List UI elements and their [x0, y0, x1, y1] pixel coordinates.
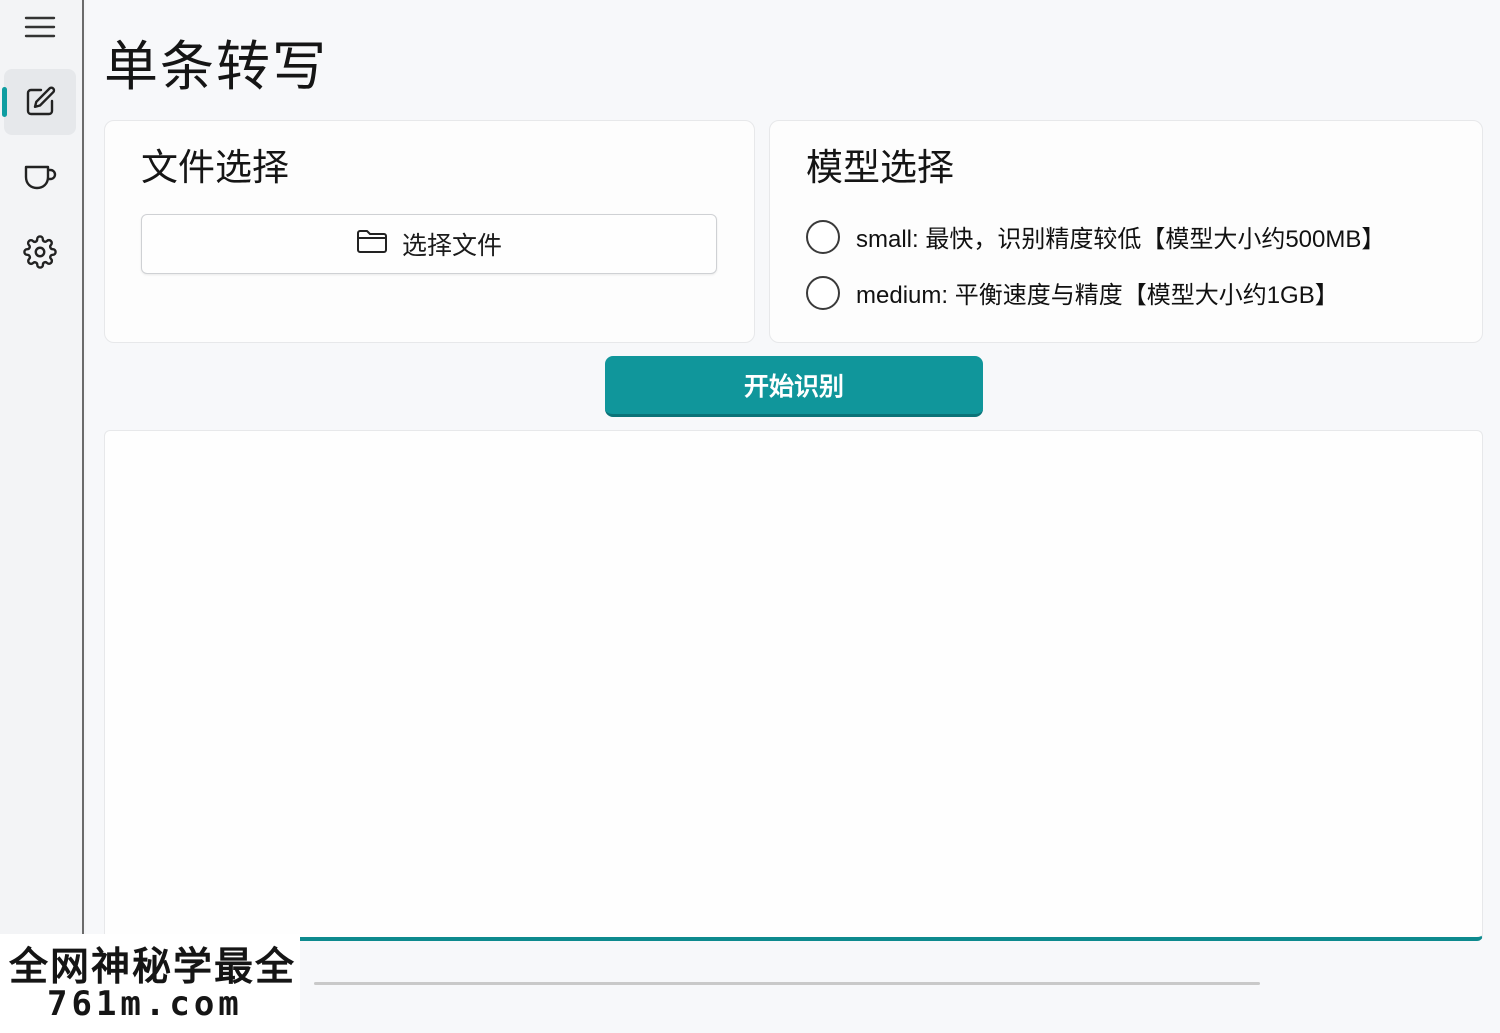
page-title: 单条转写: [104, 35, 328, 98]
edit-icon: [23, 85, 57, 119]
gear-icon: [23, 235, 57, 269]
active-indicator: [2, 87, 7, 117]
start-recognition-button[interactable]: 开始识别: [605, 356, 983, 417]
radio-button-medium[interactable]: [806, 275, 840, 310]
model-option-small[interactable]: small: 最快，识别精度较低【模型大小约500MB】: [806, 219, 1385, 254]
nav-item-cup[interactable]: [4, 144, 76, 210]
file-select-card: 文件选择 选择文件: [104, 120, 755, 343]
cup-icon: [23, 161, 57, 193]
model-option-small-label: small: 最快，识别精度较低【模型大小约500MB】: [856, 226, 1386, 253]
model-card-title: 模型选择: [806, 146, 954, 189]
main-content: 单条转写 文件选择 选择文件 模型选择 small: 最快，识别精度较低【模型大…: [86, 0, 1500, 1033]
model-option-medium[interactable]: medium: 平衡速度与精度【模型大小约1GB】: [806, 275, 1339, 310]
select-file-button[interactable]: 选择文件: [141, 214, 717, 274]
file-card-title: 文件选择: [141, 146, 289, 189]
nav-item-settings[interactable]: [4, 219, 76, 285]
sidebar: [0, 0, 84, 1033]
watermark: 全网神秘学最全 761m.com: [0, 934, 300, 1033]
transcript-output-area[interactable]: [104, 430, 1483, 941]
radio-button-small[interactable]: [806, 219, 840, 254]
model-select-card: 模型选择 small: 最快，识别精度较低【模型大小约500MB】 medium…: [769, 120, 1483, 343]
hamburger-menu-icon: [23, 13, 57, 41]
nav-item-transcribe[interactable]: [2, 69, 76, 135]
folder-icon: [356, 228, 388, 260]
select-file-label: 选择文件: [401, 231, 502, 260]
watermark-line2: 761m.com: [47, 984, 243, 1024]
progress-bar: [314, 982, 1260, 985]
menu-toggle-button[interactable]: [4, 0, 76, 60]
model-option-medium-label: medium: 平衡速度与精度【模型大小约1GB】: [856, 282, 1339, 309]
